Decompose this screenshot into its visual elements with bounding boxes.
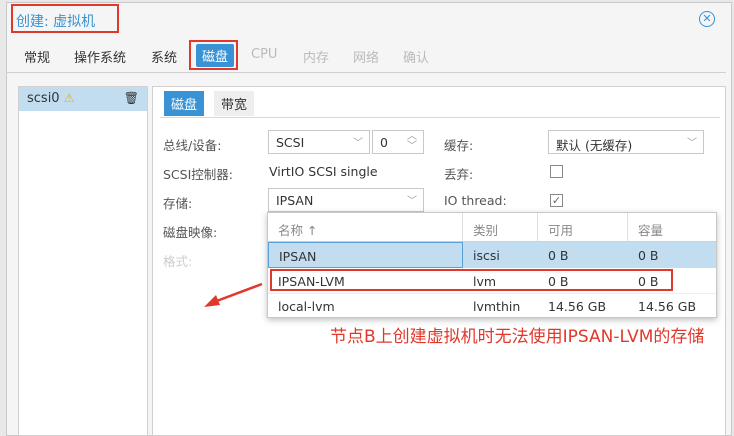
annotation-text: 节点B上创建虚拟机时无法使用IPSAN-LVM的存储 bbox=[330, 327, 705, 347]
arrow-icon bbox=[204, 282, 263, 307]
